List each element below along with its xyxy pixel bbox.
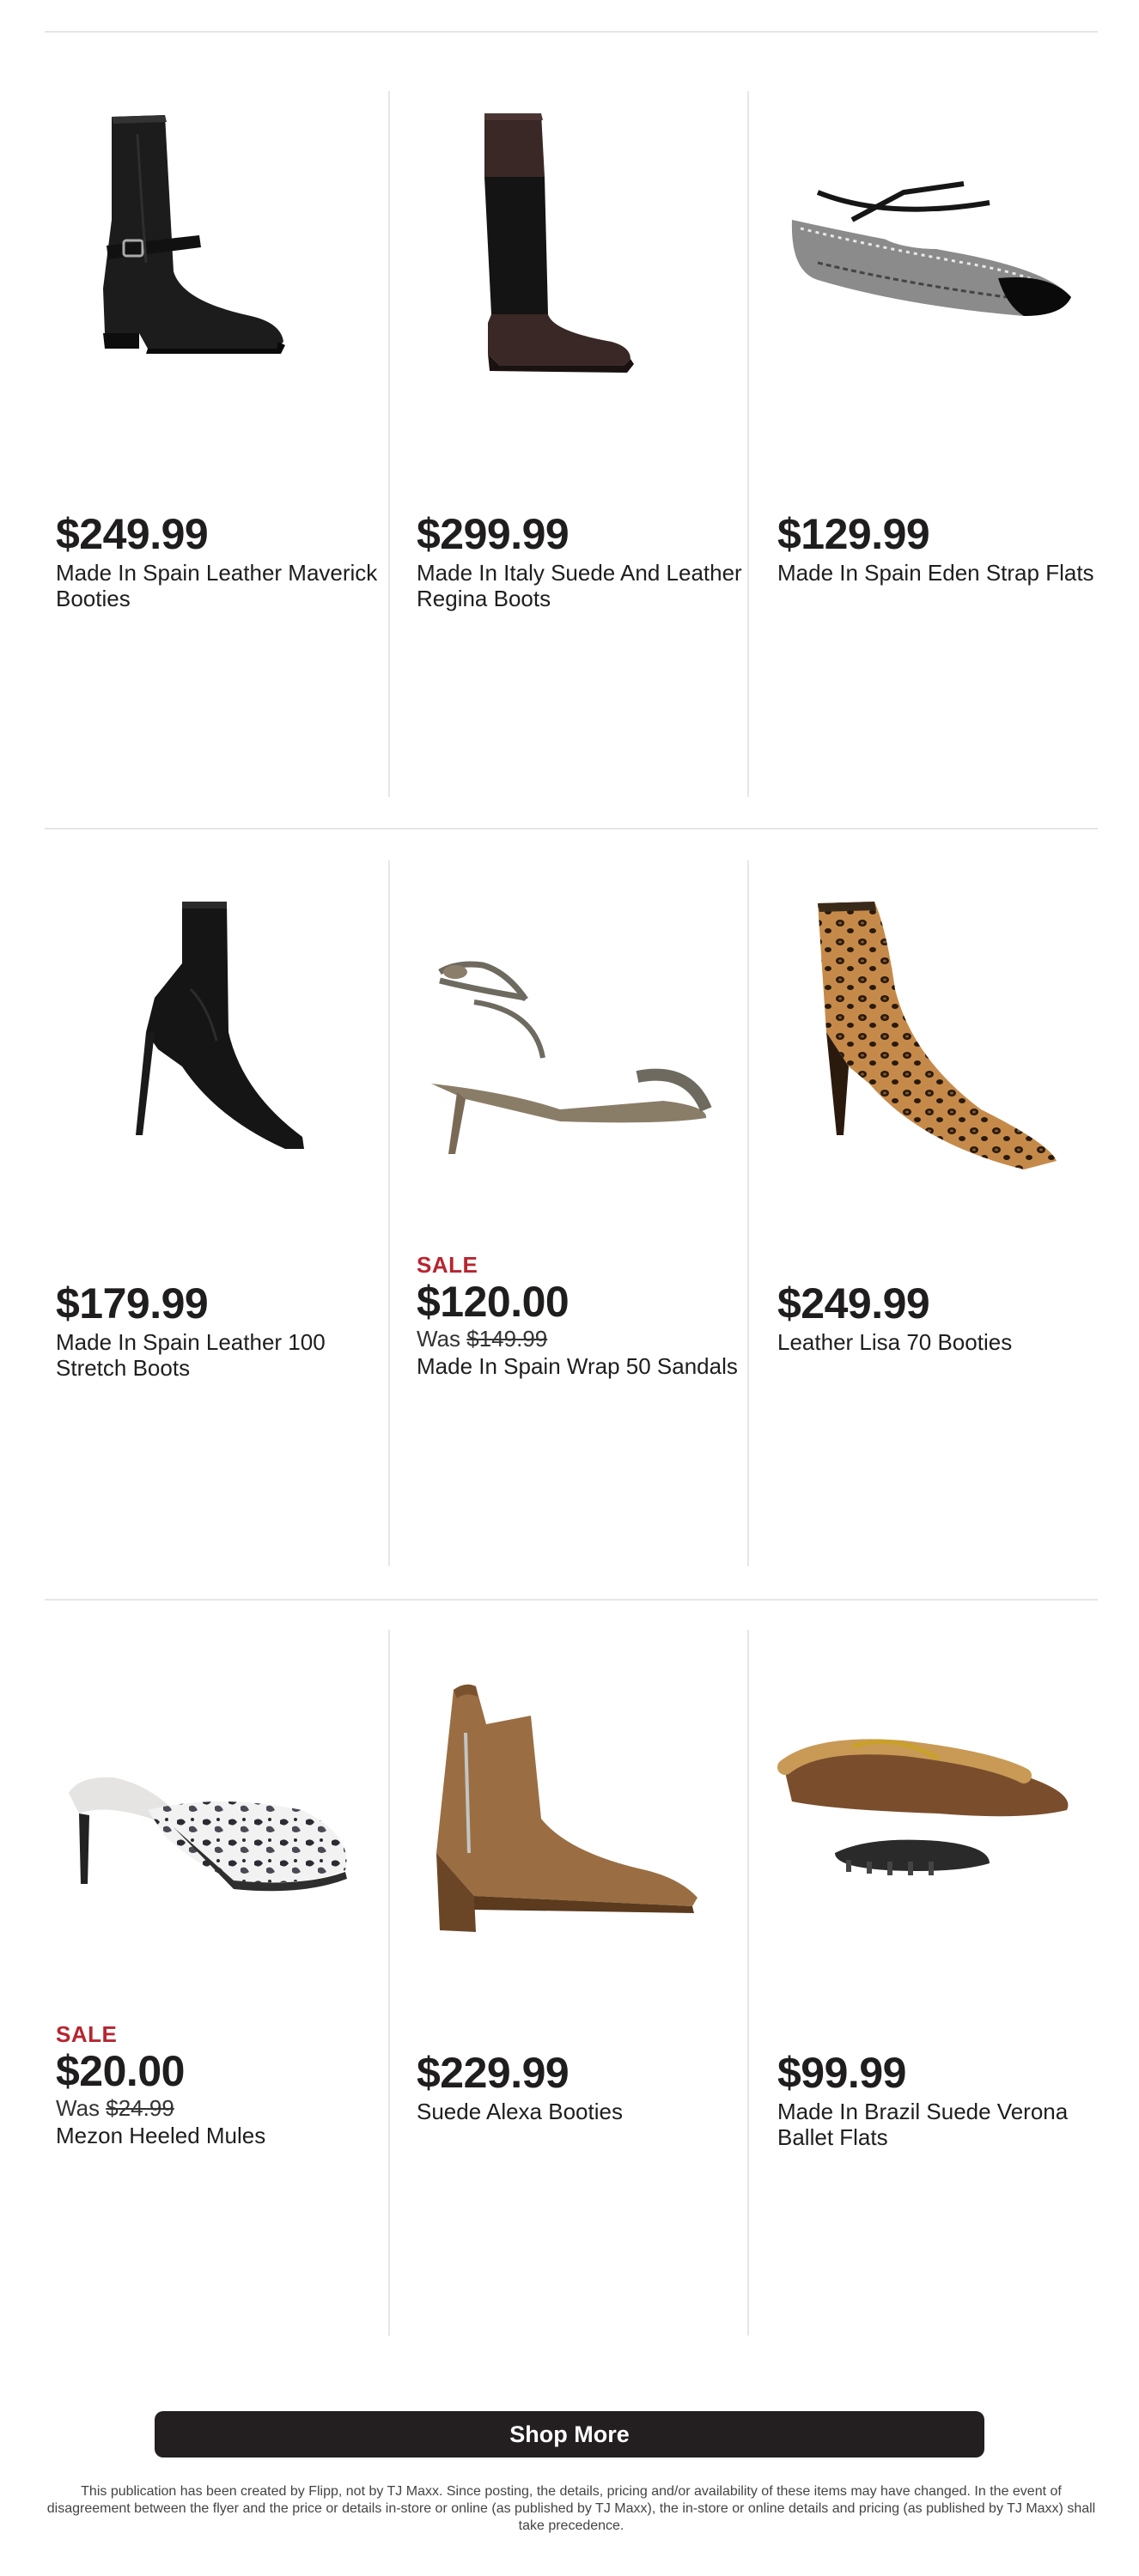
product-price: $249.99 [777, 1279, 930, 1327]
product-name[interactable]: Made In Spain Wrap 50 Sandals [417, 1353, 760, 1379]
floral-heeled-mule-icon[interactable] [45, 1630, 388, 2033]
tweed-strap-flat-icon[interactable] [766, 91, 1110, 495]
product-name[interactable]: Made In Spain Leather 100 Stretch Boots [56, 1329, 399, 1381]
sale-label: SALE [417, 1252, 478, 1278]
product-info: $179.99 Made In Spain Leather 100 Stretc… [56, 1279, 399, 1381]
product-card[interactable]: $129.99 Made In Spain Eden Strap Flats [766, 91, 1110, 795]
tan-suede-zip-bootie-icon[interactable] [405, 1630, 749, 2033]
product-price: $229.99 [417, 2049, 570, 2097]
tall-black-leather-buckle-bootie-icon[interactable] [45, 91, 388, 495]
product-info: $299.99 Made In Italy Suede And Leather … [417, 510, 760, 611]
product-card[interactable]: $229.99 Suede Alexa Booties [405, 1630, 749, 2334]
disclaimer-text: This publication has been created by Fli… [46, 2484, 1096, 2533]
product-name[interactable]: Suede Alexa Booties [417, 2099, 760, 2124]
divider-row-2-3 [45, 1599, 1098, 1601]
product-info: $249.99 Made In Spain Leather Maverick B… [56, 510, 399, 611]
product-name[interactable]: Made In Brazil Suede Verona Ballet Flats [777, 2099, 1121, 2150]
stiletto-sock-boot-icon[interactable] [45, 860, 388, 1264]
wrap-strap-sandal-icon[interactable] [405, 860, 749, 1264]
product-name[interactable]: Made In Italy Suede And Leather Regina B… [417, 560, 760, 611]
divider-row-1-2 [45, 828, 1098, 829]
product-price: $99.99 [777, 2049, 906, 2097]
product-name[interactable]: Leather Lisa 70 Booties [777, 1329, 1121, 1355]
product-price: $120.00 [417, 1278, 570, 1326]
product-info: $229.99 Suede Alexa Booties [417, 2049, 760, 2124]
sale-label: SALE [56, 2021, 118, 2047]
product-card[interactable]: SALE $120.00 Was $149.99 Made In Spain W… [405, 860, 749, 1564]
product-info: $99.99 Made In Brazil Suede Verona Balle… [777, 2049, 1121, 2150]
product-price: $299.99 [417, 510, 570, 558]
divider-col [388, 860, 390, 1566]
product-info: SALE $20.00 Was $24.99 Mezon Heeled Mule… [56, 2021, 399, 2148]
shop-more-button[interactable]: Shop More [155, 2411, 984, 2458]
product-name[interactable]: Mezon Heeled Mules [56, 2123, 399, 2148]
product-name[interactable]: Made In Spain Eden Strap Flats [777, 560, 1121, 586]
product-info: SALE $120.00 Was $149.99 Made In Spain W… [417, 1252, 760, 1379]
product-price: $129.99 [777, 510, 930, 558]
product-card[interactable]: $99.99 Made In Brazil Suede Verona Balle… [766, 1630, 1110, 2334]
product-info: $249.99 Leather Lisa 70 Booties [777, 1279, 1121, 1355]
product-name[interactable]: Made In Spain Leather Maverick Booties [56, 560, 399, 611]
product-info: $129.99 Made In Spain Eden Strap Flats [777, 510, 1121, 586]
product-card[interactable]: $179.99 Made In Spain Leather 100 Stretc… [45, 860, 388, 1564]
product-card[interactable]: SALE $20.00 Was $24.99 Mezon Heeled Mule… [45, 1630, 388, 2334]
was-price: Was $149.99 [417, 1326, 548, 1352]
divider-top [45, 31, 1098, 33]
was-price: Was $24.99 [56, 2095, 174, 2121]
product-card[interactable]: $249.99 Leather Lisa 70 Booties [766, 860, 1110, 1564]
product-price: $20.00 [56, 2047, 185, 2095]
divider-col [388, 91, 390, 797]
divider-col [388, 1630, 390, 2336]
product-card[interactable]: $249.99 Made In Spain Leather Maverick B… [45, 91, 388, 795]
product-price: $179.99 [56, 1279, 209, 1327]
product-card[interactable]: $299.99 Made In Italy Suede And Leather … [405, 91, 749, 795]
leopard-print-bootie-icon[interactable] [766, 860, 1110, 1264]
knee-high-suede-leather-boot-icon[interactable] [405, 91, 749, 495]
shearling-ballet-flat-icon[interactable] [766, 1630, 1110, 2033]
product-price: $249.99 [56, 510, 209, 558]
